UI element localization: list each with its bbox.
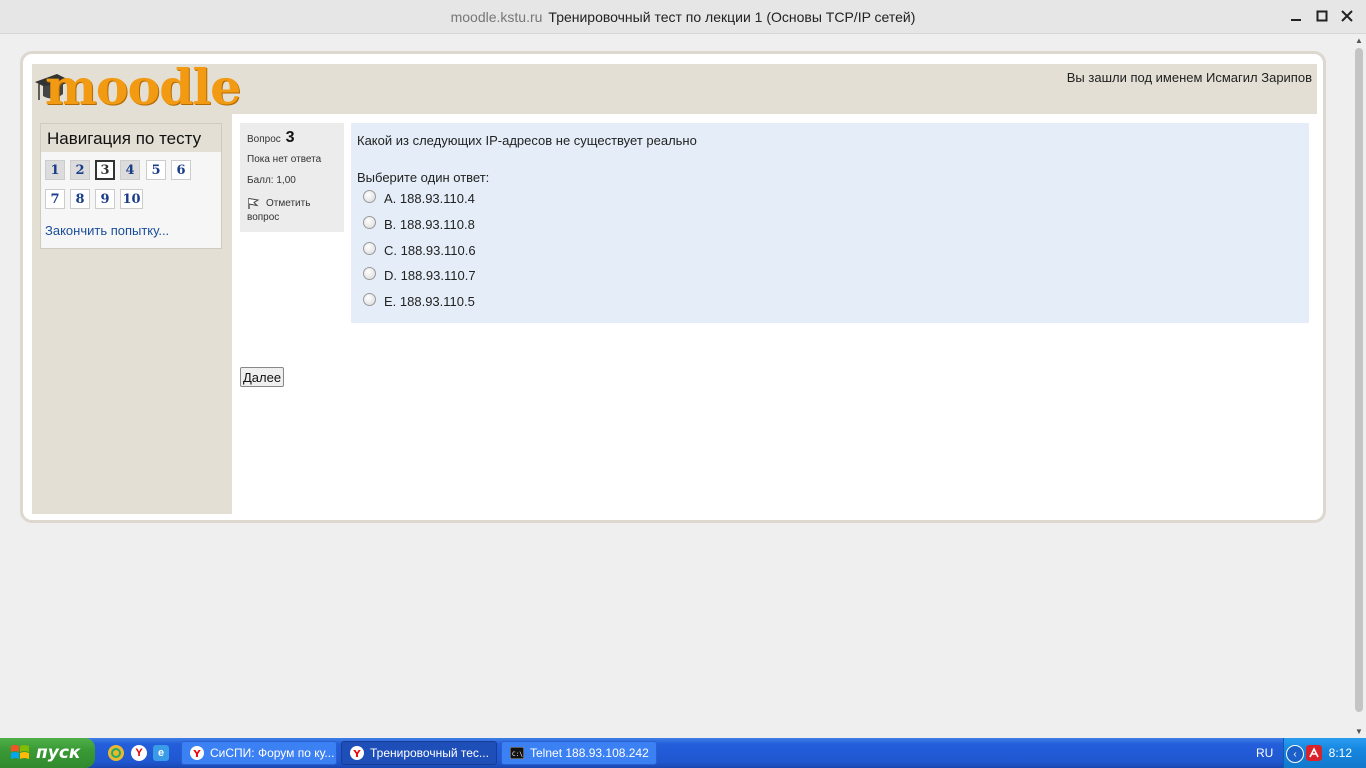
login-info: Вы зашли под именем Исмагил Зарипов (1066, 70, 1312, 85)
flag-icon (248, 198, 260, 209)
maximize-icon (1316, 10, 1328, 22)
language-indicator[interactable]: RU (1256, 746, 1273, 760)
flag-question-toggle[interactable]: Отметить вопрос (247, 197, 310, 225)
radio-c[interactable] (363, 242, 376, 255)
question-state: Пока нет ответа (247, 154, 322, 165)
question-number-value: 3 (285, 129, 295, 146)
nav-question-2[interactable]: 2 (70, 160, 90, 180)
quicklaunch-ie-icon[interactable]: e (153, 745, 169, 761)
window-titlebar: moodle.kstu.ru Тренировочный тест по лек… (0, 0, 1366, 34)
taskbar-item-forum-label: СиСПИ: Форум по ку... (210, 746, 335, 760)
nav-question-1[interactable]: 1 (45, 160, 65, 180)
answer-option-d[interactable]: D. 188.93.110.7 (363, 267, 476, 283)
taskbar-item-quiz-label: Тренировочный тес... (370, 746, 489, 760)
page-scrollbar[interactable]: ▲ ▼ (1352, 34, 1366, 738)
taskbar-item-telnet-label: Telnet 188.93.108.242 (530, 746, 649, 760)
next-button[interactable]: Далее (240, 367, 285, 387)
tray-expand-icon[interactable]: ‹ (1286, 745, 1304, 763)
answer-label-d: D. 188.93.110.7 (384, 268, 476, 283)
question-content: Какой из следующих IP-адресов не существ… (351, 123, 1309, 323)
answer-option-b[interactable]: B. 188.93.110.8 (363, 216, 475, 232)
minimize-icon (1291, 19, 1301, 21)
minimize-button[interactable] (1286, 6, 1306, 26)
svg-text:C:\: C:\ (512, 751, 523, 758)
system-tray: ‹ 8:12 (1283, 738, 1366, 768)
quicklaunch-yandex-icon[interactable]: Y (131, 745, 147, 761)
answer-option-e[interactable]: E. 188.93.110.5 (363, 293, 475, 309)
finish-attempt-link[interactable]: Закончить попытку... (45, 223, 169, 238)
antivirus-tray-icon[interactable] (1306, 745, 1322, 761)
quiz-navigation-title: Навигация по тесту (41, 124, 221, 152)
tray-clock: 8:12 (1328, 746, 1352, 760)
flag-label-line1: Отметить (266, 198, 311, 209)
moodle-logo[interactable]: moodle (33, 58, 241, 116)
answer-label-c: C. 188.93.110.6 (384, 243, 476, 258)
radio-a[interactable] (363, 190, 376, 203)
answer-label-b: B. 188.93.110.8 (384, 217, 475, 232)
windows-logo-icon (11, 745, 29, 759)
scroll-down-icon[interactable]: ▼ (1355, 727, 1363, 736)
window-site: moodle.kstu.ru (450, 8, 543, 25)
yandex-browser-icon: Y (350, 746, 364, 760)
nav-question-10[interactable]: 10 (120, 189, 143, 209)
answer-option-c[interactable]: C. 188.93.110.6 (363, 242, 476, 258)
close-icon (1341, 10, 1353, 22)
scroll-up-icon[interactable]: ▲ (1355, 36, 1363, 45)
svg-text:Y: Y (352, 749, 361, 760)
answer-option-a[interactable]: A. 188.93.110.4 (363, 190, 475, 206)
nav-question-7[interactable]: 7 (45, 189, 65, 209)
quicklaunch-browser-icon[interactable] (108, 745, 124, 761)
nav-question-9[interactable]: 9 (95, 189, 115, 209)
nav-question-8[interactable]: 8 (70, 189, 90, 209)
window-title: Тренировочный тест по лекции 1 (Основы T… (548, 8, 916, 25)
close-button[interactable] (1337, 6, 1357, 26)
question-grade: Балл: 1,00 (247, 175, 296, 186)
radio-d[interactable] (363, 267, 376, 280)
taskbar-item-quiz[interactable]: Y Тренировочный тес... (341, 741, 497, 765)
taskbar-item-forum[interactable]: Y СиСПИ: Форум по ку... (181, 741, 337, 765)
question-text: Какой из следующих IP-адресов не существ… (357, 133, 697, 148)
nav-question-6[interactable]: 6 (171, 160, 191, 180)
answer-label-a: A. 188.93.110.4 (384, 191, 475, 206)
nav-question-5[interactable]: 5 (146, 160, 166, 180)
console-icon: C:\ (510, 746, 524, 760)
question-number-prefix: Вопрос (247, 134, 281, 145)
start-label: пуск (36, 743, 81, 763)
start-button[interactable]: пуск (0, 738, 95, 768)
svg-text:Y: Y (192, 749, 201, 760)
question-info: Вопрос 3 Пока нет ответа Балл: 1,00 Отме… (240, 123, 344, 232)
question-number: Вопрос 3 (247, 129, 294, 147)
radio-b[interactable] (363, 216, 376, 229)
radio-e[interactable] (363, 293, 376, 306)
nav-question-4[interactable]: 4 (120, 160, 140, 180)
logo-wordmark: moodle (45, 58, 241, 116)
scrollbar-thumb[interactable] (1355, 48, 1363, 712)
taskbar: пуск Y e Y СиСПИ: Форум по ку... Y Трени… (0, 738, 1366, 768)
flag-label-line2: вопрос (247, 212, 280, 223)
taskbar-item-telnet[interactable]: C:\ Telnet 188.93.108.242 (501, 741, 657, 765)
nav-question-3[interactable]: 3 (95, 160, 115, 180)
answer-prompt: Выберите один ответ: (357, 170, 490, 185)
maximize-button[interactable] (1312, 6, 1332, 26)
answer-label-e: E. 188.93.110.5 (384, 294, 475, 309)
yandex-browser-icon: Y (190, 746, 204, 760)
